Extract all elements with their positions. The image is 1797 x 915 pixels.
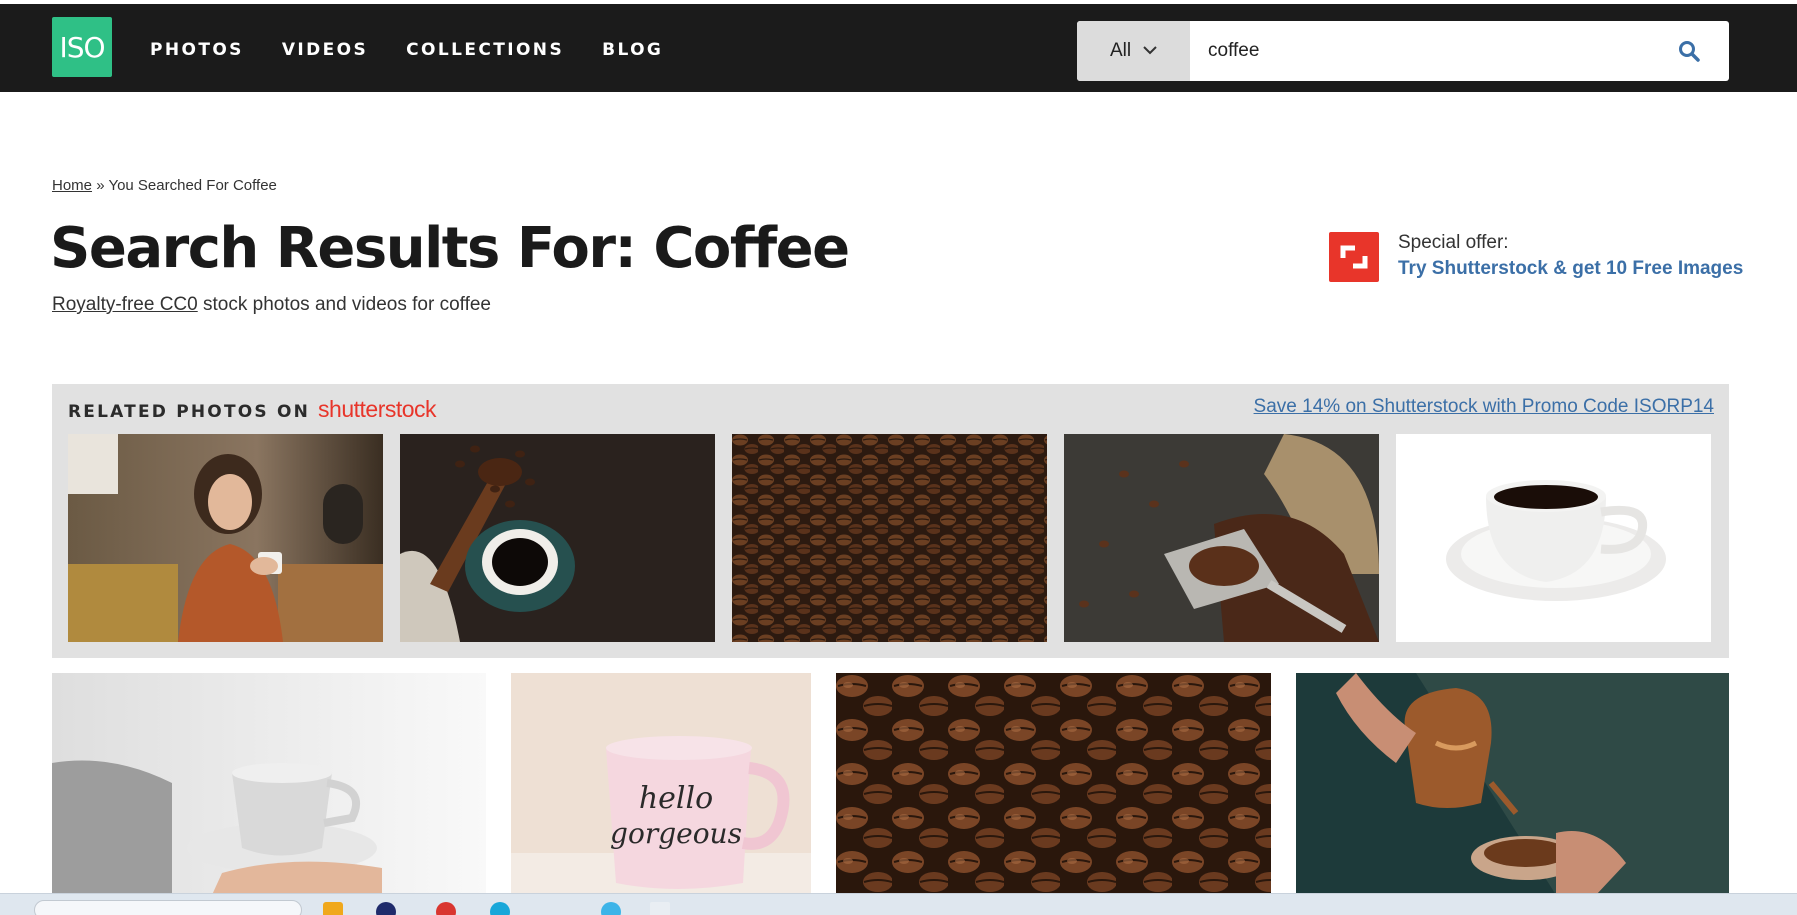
special-offer: Special offer: Try Shutterstock & get 10…: [1398, 232, 1743, 280]
related-photo-beans-sack-scoop[interactable]: [1064, 434, 1379, 642]
nav-photos[interactable]: PHOTOS: [150, 40, 244, 60]
shutterstock-logo-icon[interactable]: [1329, 232, 1379, 282]
related-photo-roasted-beans[interactable]: [732, 434, 1047, 642]
related-photo-white-cup[interactable]: [1396, 434, 1711, 642]
offer-label: Special offer:: [1398, 232, 1509, 253]
cloud-icon[interactable]: [601, 902, 621, 915]
search-type-label: All: [1109, 40, 1132, 61]
search-input[interactable]: [1190, 21, 1649, 81]
folder-icon[interactable]: [323, 902, 343, 915]
chevron-down-icon: [1143, 46, 1157, 55]
site-logo[interactable]: ISO: [52, 17, 112, 77]
subtitle-text: stock photos and videos for coffee: [197, 294, 491, 315]
result-photo-espresso-cup[interactable]: [52, 673, 486, 895]
breadcrumb-separator: »: [96, 177, 105, 194]
related-photos-panel: RELATED PHOTOS ON shutterstock Save 14% …: [52, 384, 1729, 658]
shutterstock-brand[interactable]: shutterstock: [318, 396, 437, 423]
related-photo-woman-with-coffee[interactable]: [68, 434, 383, 642]
result-photo-pink-mug[interactable]: hello gorgeous: [511, 673, 811, 895]
taskbar-search-box[interactable]: [34, 900, 302, 915]
breadcrumb-current: You Searched For Coffee: [108, 177, 277, 194]
page-subtitle: Royalty-free CC0 stock photos and videos…: [52, 294, 491, 316]
related-photo-cup-beans-scoop[interactable]: [400, 434, 715, 642]
royalty-free-link[interactable]: Royalty-free CC0: [52, 294, 198, 315]
offer-link[interactable]: Try Shutterstock & get 10 Free Images: [1398, 258, 1743, 280]
nav-blog[interactable]: BLOG: [602, 40, 663, 60]
related-label: RELATED PHOTOS ON: [68, 402, 311, 422]
search-bar: All: [1077, 21, 1729, 81]
result-photo-coffee-beans[interactable]: [836, 673, 1271, 895]
os-taskbar: [0, 893, 1797, 915]
edge-icon[interactable]: [490, 902, 510, 915]
app-icon[interactable]: [376, 902, 396, 915]
nav-collections[interactable]: COLLECTIONS: [406, 40, 564, 60]
breadcrumb: Home » You Searched For Coffee: [52, 177, 277, 194]
svg-text:gorgeous: gorgeous: [610, 817, 742, 850]
page-title: Search Results For: Coffee: [50, 216, 850, 281]
search-button[interactable]: [1649, 21, 1729, 81]
promo-link[interactable]: Save 14% on Shutterstock with Promo Code…: [1254, 396, 1714, 418]
related-heading: RELATED PHOTOS ON shutterstock: [68, 396, 437, 423]
main-nav: PHOTOS VIDEOS COLLECTIONS BLOG: [150, 4, 663, 96]
results-grid: hello gorgeous: [52, 673, 1729, 895]
nav-videos[interactable]: VIDEOS: [282, 40, 368, 60]
svg-text:hello: hello: [639, 781, 713, 816]
breadcrumb-home[interactable]: Home: [52, 177, 92, 194]
related-thumbnails: [68, 434, 1711, 642]
calendar-icon[interactable]: [650, 902, 670, 915]
result-photo-pour-over[interactable]: [1296, 673, 1729, 895]
chrome-icon[interactable]: [436, 902, 456, 915]
search-icon: [1679, 41, 1700, 62]
search-type-dropdown[interactable]: All: [1077, 21, 1190, 81]
site-header: ISO PHOTOS VIDEOS COLLECTIONS BLOG All: [0, 0, 1797, 92]
